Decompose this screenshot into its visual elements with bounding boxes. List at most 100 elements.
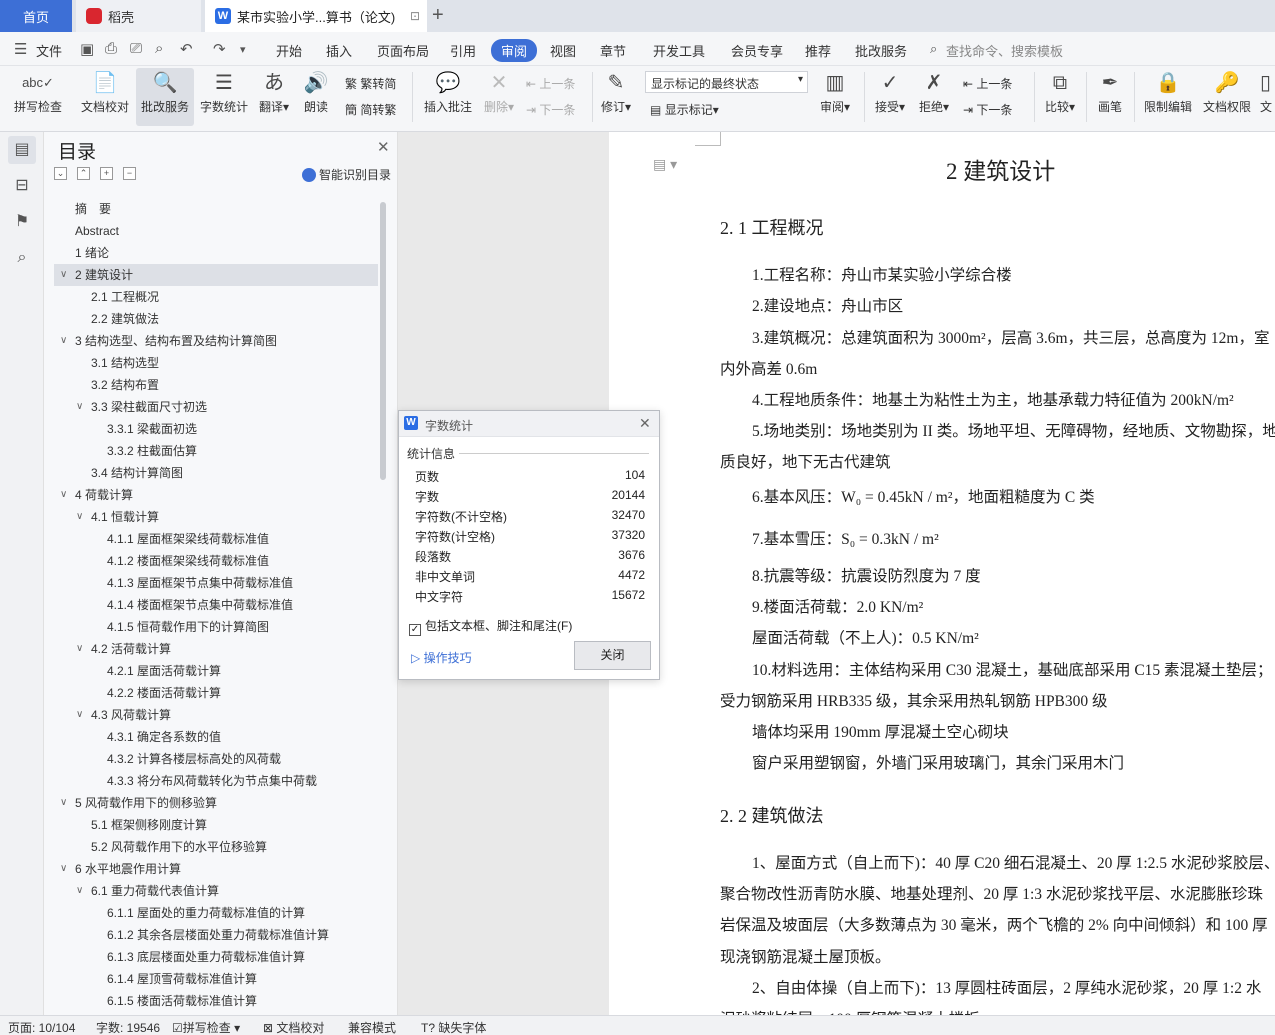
toc-item[interactable]: 4.1.4 楼面框架节点集中荷载标准值 [54, 594, 378, 616]
missing-font-status[interactable]: T? 缺失字体 [421, 1019, 486, 1035]
menu-chapter[interactable]: 章节 [600, 41, 626, 60]
menu-view[interactable]: 视图 [550, 41, 576, 60]
restrict-edit-button[interactable]: 🔒 限制编辑 [1140, 68, 1196, 126]
chevron-down-icon[interactable]: ∨ [60, 330, 67, 352]
review-pane-button[interactable]: ▥ 审阅▾ [814, 68, 856, 126]
chevron-down-icon[interactable]: ∨ [76, 880, 83, 902]
next-change-button[interactable]: ⇥ 下一条 [963, 101, 1012, 118]
hamburger-menu-icon[interactable]: ☰ [14, 40, 27, 58]
toc-item[interactable]: 4.2.2 楼面活荷载计算 [54, 682, 378, 704]
toc-item[interactable]: ∨ 5 风荷载作用下的侧移验算 [54, 792, 378, 814]
correction-service-button[interactable]: 🔍 批改服务 [136, 68, 194, 126]
toc-item[interactable]: 4.1.1 屋面框架梁线荷载标准值 [54, 528, 378, 550]
menu-correction[interactable]: 批改服务 [855, 41, 907, 60]
doc-permission-button[interactable]: 🔑 文档权限 [1199, 68, 1255, 126]
print-preview-icon[interactable]: ⌕ [155, 40, 163, 57]
word-count-indicator[interactable]: 字数: 19546 [96, 1019, 160, 1035]
toc-item[interactable]: 3.4 结构计算简图 [54, 462, 378, 484]
to-traditional-button[interactable]: 繁 繁转简 [345, 75, 396, 92]
close-icon[interactable]: ✕ [639, 415, 651, 432]
close-button[interactable]: 关闭 [574, 641, 651, 670]
toc-item[interactable]: 4.2.1 屋面活荷载计算 [54, 660, 378, 682]
chevron-down-icon[interactable]: ∨ [60, 858, 67, 880]
toc-item[interactable]: 3.1 结构选型 [54, 352, 378, 374]
dialog-titlebar[interactable]: W 字数统计 ✕ [399, 411, 659, 437]
tab-home[interactable]: 首页 [0, 0, 72, 32]
toc-item[interactable]: ∨ 6 水平地震作用计算 [54, 858, 378, 880]
toc-item[interactable]: 4.3.3 将分布风荷载转化为节点集中荷载 [54, 770, 378, 792]
outline-icon[interactable]: ▤ [8, 136, 36, 164]
delete-comment-button[interactable]: ✕ 删除▾ [478, 68, 520, 126]
menu-review[interactable]: 审阅 [491, 39, 538, 62]
chapter-nav-icon[interactable]: ⊟ [8, 172, 36, 200]
toc-item[interactable]: 1 绪论 [54, 242, 378, 264]
smart-toc-button[interactable]: 智能识别目录 [302, 166, 391, 183]
toc-item[interactable]: 摘 要 [54, 198, 378, 220]
undo-icon[interactable]: ↶ [180, 40, 193, 58]
menu-page-layout[interactable]: 页面布局 [377, 41, 429, 60]
toc-item[interactable]: 3.2 结构布置 [54, 374, 378, 396]
toc-item[interactable]: 4.1.2 楼面框架梁线荷载标准值 [54, 550, 378, 572]
toc-item[interactable]: ∨ 4.2 活荷载计算 [54, 638, 378, 660]
toc-item[interactable]: ∨ 4.3 风荷载计算 [54, 704, 378, 726]
document-page[interactable]: ▤ ▾ 2 建筑设计 2. 1 工程概况 1.工程名称：舟山市某实验小学综合楼 … [609, 132, 1275, 1015]
toc-item[interactable]: 2.1 工程概况 [54, 286, 378, 308]
toc-item[interactable]: 5.1 框架侧移刚度计算 [54, 814, 378, 836]
tab-daoke[interactable]: 稻壳 [76, 0, 201, 32]
markup-state-select[interactable]: 显示标记的最终状态 ▾ [645, 71, 808, 93]
paragraph-menu-icon[interactable]: ▤ ▾ [653, 156, 677, 173]
expand-up-icon[interactable]: ⌃ [77, 167, 90, 180]
menu-reference[interactable]: 引用 [450, 41, 476, 60]
tab-document[interactable]: W 某市实验小学...算书（论文) ⊡ [205, 0, 427, 32]
toc-item[interactable]: 4.3.2 计算各楼层标高处的风荷载 [54, 748, 378, 770]
prev-comment-button[interactable]: ⇤ 上一条 [526, 75, 575, 92]
save-icon[interactable]: ▣ [80, 40, 94, 58]
toc-item[interactable]: 4.3.1 确定各系数的值 [54, 726, 378, 748]
tab-close-icon[interactable]: ⊡ [410, 9, 420, 23]
menu-file[interactable]: 文件 [36, 41, 62, 60]
reject-button[interactable]: ✗ 拒绝▾ [914, 68, 954, 126]
toc-scrollbar[interactable] [380, 202, 386, 480]
toc-item[interactable]: Abstract [54, 220, 378, 242]
print-icon[interactable]: ⎚ [130, 40, 142, 57]
menu-developer[interactable]: 开发工具 [653, 41, 705, 60]
chevron-down-icon[interactable]: ∨ [60, 484, 67, 506]
insert-comment-button[interactable]: 💬 插入批注 [420, 68, 476, 126]
toc-item[interactable]: ∨ 6.1 重力荷载代表值计算 [54, 880, 378, 902]
accept-button[interactable]: ✓ 接受▾ [870, 68, 910, 126]
word-count-button[interactable]: ☰ 字数统计 [196, 68, 252, 126]
pen-button[interactable]: ✒ 画笔 [1092, 68, 1128, 126]
menu-insert[interactable]: 插入 [326, 41, 352, 60]
translate-button[interactable]: あ 翻译▾ [254, 68, 294, 126]
chevron-down-icon[interactable]: ∨ [60, 792, 67, 814]
track-changes-button[interactable]: ✎ 修订▾ [598, 68, 634, 126]
toc-item[interactable]: ∨ 4.1 恒载计算 [54, 506, 378, 528]
toc-item[interactable]: ∨ 2 建筑设计 [54, 264, 378, 286]
chevron-down-icon[interactable]: ∨ [76, 704, 83, 726]
ribbon-overflow-button[interactable]: ▯ 文 [1260, 68, 1275, 126]
toc-item[interactable]: ∨ 3.3 梁柱截面尺寸初选 [54, 396, 378, 418]
page-indicator[interactable]: 页面: 10/104 [8, 1019, 75, 1035]
toc-item[interactable]: 4.1.5 恒荷载作用下的计算简图 [54, 616, 378, 638]
chevron-down-icon[interactable]: ∨ [76, 506, 83, 528]
show-markup-button[interactable]: ▤ 显示标记▾ [650, 101, 719, 118]
menu-start[interactable]: 开始 [276, 41, 302, 60]
toc-item[interactable]: 6.1.1 屋面处的重力荷载标准值的计算 [54, 902, 378, 924]
toc-item[interactable]: 2.2 建筑做法 [54, 308, 378, 330]
doc-proof-button[interactable]: 📄 文档校对 [76, 68, 134, 126]
redo-icon[interactable]: ↷ [213, 40, 226, 58]
export-pdf-icon[interactable]: ⎙ [105, 40, 117, 57]
next-comment-button[interactable]: ⇥ 下一条 [526, 101, 575, 118]
tips-link[interactable]: ▷ 操作技巧 [411, 649, 472, 666]
quick-access-more-icon[interactable]: ▾ [240, 43, 246, 56]
chevron-down-icon[interactable]: ∨ [60, 264, 67, 286]
toc-item[interactable]: 3.3.2 柱截面估算 [54, 440, 378, 462]
doc-proof-status[interactable]: ⊠ 文档校对 [263, 1019, 324, 1035]
to-simplified-button[interactable]: 簡 简转繁 [345, 101, 396, 118]
read-aloud-button[interactable]: 🔊 朗读 [298, 68, 334, 126]
menu-member[interactable]: 会员专享 [731, 41, 783, 60]
command-search-input[interactable]: 查找命令、搜索模板 [946, 41, 1063, 60]
spell-check-button[interactable]: abc✓ 拼写检查 [6, 68, 70, 126]
bookmark-icon[interactable]: ⚑ [8, 208, 36, 236]
chevron-down-icon[interactable]: ∨ [76, 396, 83, 418]
